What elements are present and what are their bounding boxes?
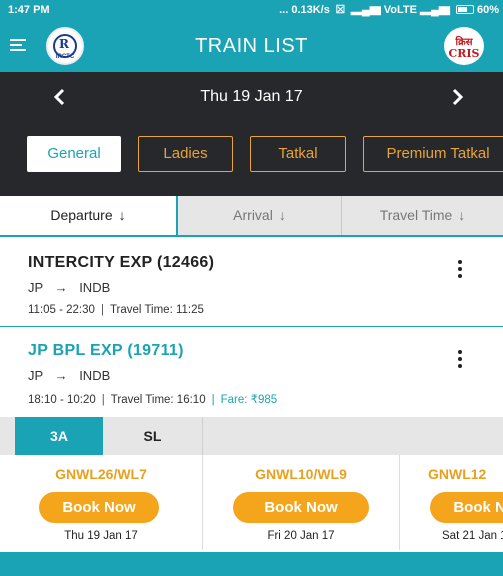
chevron-right-icon <box>452 88 464 106</box>
battery-level: 60% <box>476 4 499 16</box>
train-name: JP BPL EXP (19711) <box>28 342 184 359</box>
availability-card: GNWL10/WL9 Book Now Fri 20 Jan 17 <box>203 455 400 550</box>
divider: | <box>100 304 104 316</box>
status-indicators: ... 0.13K/s ⮽ ▂▄▆ VoLTE ▂▄▆ 60% <box>279 4 499 17</box>
more-options-icon[interactable] <box>452 349 468 371</box>
network-type: VoLTE <box>383 4 417 16</box>
app-bar: R IRCTC TRAIN LIST क्रिस CRIS <box>0 20 503 72</box>
signal-icon-2: ▂▄▆ <box>420 4 450 16</box>
availability-date: Fri 20 Jan 17 <box>267 530 335 542</box>
train-timing: 18:10 - 10:20 <box>28 394 96 406</box>
route-arrow-icon: → <box>54 280 68 295</box>
route-from: JP <box>28 280 43 295</box>
cris-logo-hindi: क्रिस <box>455 37 473 48</box>
book-now-button[interactable]: Book Now <box>430 492 503 523</box>
selected-date: Thu 19 Jan 17 <box>200 88 303 105</box>
quota-tabs: General Ladies Tatkal Premium Tatkal <box>0 122 503 196</box>
status-bar: 1:47 PM ... 0.13K/s ⮽ ▂▄▆ VoLTE ▂▄▆ 60% <box>0 0 503 20</box>
quota-tab-general[interactable]: General <box>27 136 121 172</box>
availability-date: Sat 21 Jan 17 <box>442 530 503 542</box>
availability-card: GNWL12 Book Now Sat 21 Jan 17 <box>400 455 503 550</box>
sort-tab-departure-label: Departure <box>50 207 113 223</box>
availability-status: GNWL26/WL7 <box>55 466 147 482</box>
network-speed: ... 0.13K/s <box>279 4 330 16</box>
sort-down-arrow-icon: ↓ <box>278 207 286 223</box>
next-date-button[interactable] <box>445 85 469 109</box>
book-now-button[interactable]: Book Now <box>233 492 369 523</box>
route-to: INDB <box>79 368 111 383</box>
train-timing: 11:05 - 22:30 <box>28 304 95 316</box>
status-time: 1:47 PM <box>8 4 50 16</box>
more-options-icon[interactable] <box>452 259 468 281</box>
class-tab-3a[interactable]: 3A <box>15 417 103 455</box>
divider: | <box>101 394 105 406</box>
sort-tabs: Departure ↓ Arrival ↓ Travel Time ↓ <box>0 196 503 237</box>
sort-tab-travel-time[interactable]: Travel Time ↓ <box>342 196 503 235</box>
signal-icon: ▂▄▆ <box>350 4 381 16</box>
travel-time: Travel Time: 11:25 <box>109 304 204 316</box>
book-now-button[interactable]: Book Now <box>39 492 159 523</box>
class-tabs: 3A SL <box>0 417 503 455</box>
train-card[interactable]: INTERCITY EXP (12466) JP → INDB 11:05 - … <box>0 239 503 327</box>
route-arrow-icon: → <box>54 368 68 383</box>
bottom-bar <box>0 552 503 576</box>
train-name: INTERCITY EXP (12466) <box>28 254 215 271</box>
train-route: JP → INDB <box>28 368 110 383</box>
availability-card: GNWL26/WL7 Book Now Thu 19 Jan 17 <box>0 455 203 550</box>
availability-status: GNWL10/WL9 <box>255 466 347 482</box>
availability-status: GNWL12 <box>428 466 487 482</box>
sort-down-arrow-icon: ↓ <box>118 207 126 223</box>
page-title: TRAIN LIST <box>195 35 308 57</box>
train-route: JP → INDB <box>28 280 110 295</box>
divider: | <box>211 394 215 406</box>
route-to: INDB <box>79 280 111 295</box>
cris-logo-text: CRIS <box>448 47 480 60</box>
fare-amount: Fare: ₹985 <box>220 394 278 406</box>
battery-icon <box>455 5 474 14</box>
wifi-icon: ⮽ <box>332 4 348 16</box>
sort-tab-departure[interactable]: Departure ↓ <box>0 196 178 235</box>
sort-down-arrow-icon: ↓ <box>458 207 466 223</box>
train-timing-row: 11:05 - 22:30 | Travel Time: 11:25 <box>28 304 204 316</box>
quota-tab-ladies[interactable]: Ladies <box>138 136 233 172</box>
cris-logo: क्रिस CRIS <box>444 27 484 65</box>
availability-date: Thu 19 Jan 17 <box>64 530 138 542</box>
date-navigation: Thu 19 Jan 17 <box>0 72 503 122</box>
train-card[interactable]: JP BPL EXP (19711) JP → INDB 18:10 - 10:… <box>0 328 503 417</box>
class-tab-sl[interactable]: SL <box>103 417 203 455</box>
quota-tab-tatkal[interactable]: Tatkal <box>250 136 346 172</box>
sort-tab-arrival-label: Arrival <box>233 207 273 223</box>
travel-time: Travel Time: 16:10 <box>110 394 206 406</box>
train-timing-row: 18:10 - 10:20 | Travel Time: 16:10 | Fare: ₹… <box>28 392 277 406</box>
sort-tab-travel-time-label: Travel Time <box>379 207 453 223</box>
route-from: JP <box>28 368 43 383</box>
sort-tab-arrival[interactable]: Arrival ↓ <box>178 196 342 235</box>
quota-tab-premium-tatkal[interactable]: Premium Tatkal <box>363 136 503 172</box>
train-list-screen: 1:47 PM ... 0.13K/s ⮽ ▂▄▆ VoLTE ▂▄▆ 60% … <box>0 0 503 576</box>
